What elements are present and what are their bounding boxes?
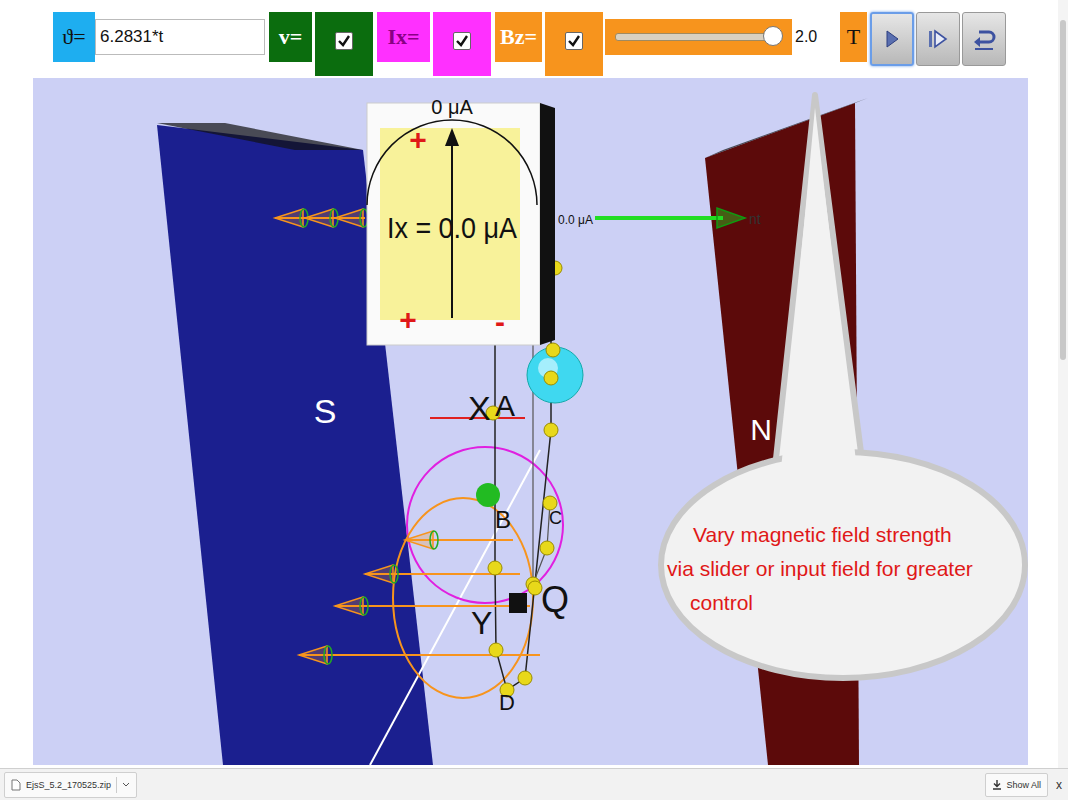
play-button[interactable] — [870, 12, 914, 66]
simulation-page: ϑ=6.2831*tv= Ix= Bz= 2.0T S Nnt 0 μA Ix = 0.0 μ… — [0, 0, 1068, 800]
download-file-name: EjsS_5.2_170525.zip — [26, 780, 111, 790]
generator-scene: S Nnt 0 μA Ix = 0.0 μA 0.0 μA + + - XA B C Y Q D Vary … — [33, 78, 1028, 765]
toolbar: ϑ=6.2831*tv= Ix= Bz= 2.0T — [0, 0, 1068, 78]
scrollbar[interactable] — [1058, 0, 1068, 768]
q-block — [509, 593, 527, 613]
scroll-thumb[interactable] — [1060, 20, 1066, 360]
point-label: D — [499, 690, 515, 715]
slider-track — [615, 33, 782, 41]
scene-canvas[interactable]: S Nnt 0 μA Ix = 0.0 μA 0.0 μA + + - XA B C Y Q D Vary … — [33, 78, 1028, 765]
angle-input[interactable]: 6.2831*t — [95, 19, 265, 55]
unit-label: T — [840, 12, 867, 62]
coil-point — [518, 671, 532, 685]
coil-point — [488, 561, 502, 575]
current-arrow: nt — [595, 208, 761, 228]
angle-label: ϑ= — [53, 12, 95, 62]
plus-mark: + — [399, 303, 417, 336]
point-label: B — [495, 506, 511, 533]
download-icon — [992, 779, 1002, 790]
download-item[interactable]: EjsS_5.2_170525.zip — [4, 772, 137, 798]
field-arrow — [335, 597, 530, 615]
field-arrow — [405, 531, 513, 549]
magnet-label: S — [314, 392, 337, 430]
point-label: A — [495, 389, 515, 422]
check-icon — [337, 34, 351, 48]
step-icon — [926, 28, 950, 50]
chevron-icon[interactable] — [122, 782, 130, 788]
field-slider[interactable] — [605, 19, 792, 55]
check-icon — [567, 34, 581, 48]
reset-button[interactable] — [962, 12, 1006, 66]
toggle-checkbox[interactable] — [335, 32, 353, 50]
magenta-circle — [407, 447, 563, 603]
point-label: Q — [541, 579, 569, 620]
green-sphere — [476, 483, 500, 507]
show-all-button[interactable]: Show All — [985, 773, 1048, 797]
field-arrow — [299, 646, 540, 664]
meter-scale-top: 0 μA — [431, 96, 473, 118]
control-buttons — [870, 12, 1006, 66]
step-button[interactable] — [916, 12, 960, 66]
slider-thumb[interactable] — [763, 26, 783, 46]
coil-point — [544, 371, 558, 385]
callout: Vary magnetic field strength via slider o… — [661, 95, 1025, 678]
toggle-cell — [545, 12, 603, 76]
coil-point — [546, 343, 560, 357]
arrow-label: nt — [749, 211, 761, 227]
field-arrow — [275, 209, 368, 227]
scene-row: S Nnt 0 μA Ix = 0.0 μA 0.0 μA + + - XA B C Y Q D Vary … — [0, 78, 1068, 768]
download-bar: EjsS_5.2_170525.zip Show All x — [0, 768, 1068, 800]
point-label: X — [468, 389, 491, 427]
toggle-cell — [315, 12, 373, 76]
orange-loop — [393, 498, 533, 698]
coil-point — [528, 581, 542, 595]
toggle-checkbox[interactable] — [453, 32, 471, 50]
toggle-checkbox[interactable] — [565, 32, 583, 50]
toggle-label: v= — [269, 12, 312, 62]
toggle-label: Ix= — [377, 12, 430, 62]
show-all-label: Show All — [1006, 780, 1041, 790]
ammeter: 0 μA Ix = 0.0 μA 0.0 μA + + - — [367, 96, 593, 345]
play-icon — [882, 28, 902, 50]
coil-point — [544, 423, 558, 437]
check-icon — [455, 34, 469, 48]
magnet-label: N — [750, 413, 772, 446]
coil-point — [489, 643, 503, 657]
callout-text: control — [690, 591, 753, 614]
file-icon — [11, 779, 21, 791]
meter-reading: Ix = 0.0 μA — [387, 211, 517, 244]
point-label: Y — [471, 605, 492, 641]
toggle-label: Bz= — [495, 12, 542, 62]
meter-scale-right: 0.0 μA — [558, 213, 593, 227]
reset-icon — [971, 26, 997, 52]
close-button[interactable]: x — [1056, 778, 1062, 792]
toggle-cell — [433, 12, 491, 76]
coil-point — [540, 541, 554, 555]
callout-text: via slider or input field for greater — [667, 557, 973, 580]
callout-text: Vary magnetic field strength — [693, 523, 952, 546]
minus-mark: - — [495, 305, 505, 338]
axis-line — [370, 450, 540, 765]
point-label: C — [549, 508, 562, 528]
field-value-input[interactable]: 2.0 — [792, 19, 840, 55]
plus-mark: + — [409, 123, 427, 156]
